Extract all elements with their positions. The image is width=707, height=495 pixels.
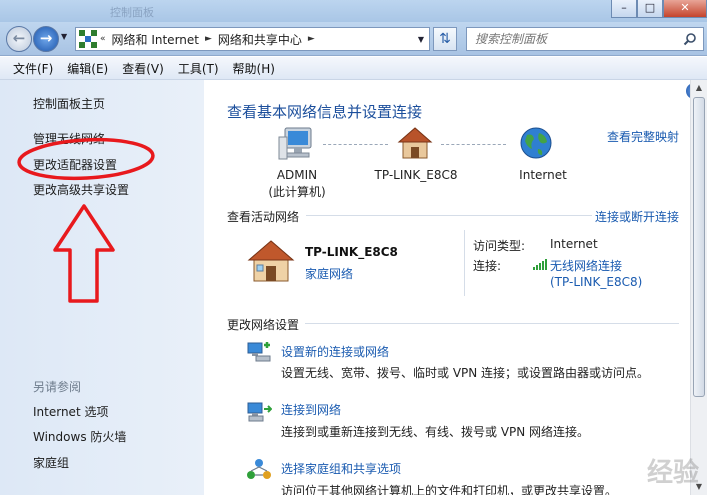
window-title: 控制面板 <box>110 6 154 19</box>
connect-network-icon <box>247 402 272 422</box>
map-connector <box>323 144 388 145</box>
sidebar-item-windows-firewall[interactable]: Windows 防火墙 <box>33 428 126 445</box>
forward-button[interactable]: → <box>33 26 59 52</box>
sidebar-item-homegroup[interactable]: 家庭组 <box>33 454 69 471</box>
minimize-button[interactable]: – <box>611 0 637 18</box>
change-settings-heading: 更改网络设置 <box>227 318 300 332</box>
menu-view[interactable]: 查看(V) <box>115 60 171 77</box>
internet-globe-icon[interactable] <box>518 125 554 161</box>
section-divider <box>305 323 679 324</box>
main-content: ? 查看基本网络信息并设置连接 查看完整映射 ADMIN (此计算机) TP-L… <box>204 80 707 495</box>
scroll-thumb[interactable] <box>693 97 705 397</box>
address-row: ← → ▼ « 网络和 Internet ► 网络和共享中心 ► ▼ ⇅ <box>0 22 707 56</box>
sidebar-item-manage-wireless[interactable]: 管理无线网络 <box>33 130 105 147</box>
task-homegroup-link[interactable]: 选择家庭组和共享选项 <box>281 460 401 477</box>
see-also-heading: 另请参阅 <box>33 380 82 394</box>
network-name: TP-LINK_E8C8 <box>305 245 398 259</box>
vertical-divider <box>464 230 465 296</box>
map-connector <box>441 144 506 145</box>
computer-name: ADMIN (此计算机) <box>257 167 337 201</box>
watermark: 经验 <box>646 458 699 488</box>
menu-tools[interactable]: 工具(T) <box>171 60 226 77</box>
access-type-value: Internet <box>550 237 598 251</box>
page-title: 查看基本网络信息并设置连接 <box>227 103 423 121</box>
window-controls: – □ ✕ <box>611 0 707 18</box>
sidebar-item-control-panel-home[interactable]: 控制面板主页 <box>33 95 105 112</box>
homegroup-icon <box>247 459 271 479</box>
breadcrumb-sharing-center[interactable]: 网络和共享中心 <box>215 31 305 48</box>
connection-label: 连接: <box>473 259 502 273</box>
home-network-large-icon <box>247 240 295 282</box>
access-type-label: 访问类型: <box>473 239 526 253</box>
task-connect-network-desc: 连接到或重新连接到无线、有线、拨号或 VPN 网络连接。 <box>281 425 590 439</box>
router-name-label: TP-LINK_E8C8 <box>374 168 458 182</box>
breadcrumb-chevron-icon[interactable]: ► <box>305 34 318 44</box>
internet-label: Internet <box>519 168 567 182</box>
sidebar-item-internet-options[interactable]: Internet 选项 <box>33 403 108 420</box>
computer-name-label: ADMIN <box>276 168 318 182</box>
new-connection-icon <box>247 342 271 362</box>
connect-disconnect-link[interactable]: 连接或断开连接 <box>595 208 679 225</box>
computer-icon[interactable] <box>277 125 317 163</box>
wireless-ssid-link[interactable]: (TP-LINK_E8C8) <box>550 275 642 289</box>
task-new-connection-desc: 设置无线、宽带、拨号、临时或 VPN 连接；或设置路由器或访问点。 <box>281 366 650 380</box>
search-input[interactable] <box>467 28 677 50</box>
menu-file[interactable]: 文件(F) <box>6 60 60 77</box>
address-bar[interactable]: « 网络和 Internet ► 网络和共享中心 ► ▼ <box>75 27 430 51</box>
network-type-link[interactable]: 家庭网络 <box>305 265 353 282</box>
network-center-icon <box>79 30 97 48</box>
task-new-connection-link[interactable]: 设置新的连接或网络 <box>281 343 389 360</box>
scroll-up-icon[interactable]: ▲ <box>691 80 707 96</box>
history-dropdown-icon[interactable]: ▼ <box>61 32 67 41</box>
maximize-button[interactable]: □ <box>637 0 663 18</box>
breadcrumb-overflow[interactable]: « <box>97 34 109 44</box>
sidebar-item-change-adapter[interactable]: 更改适配器设置 <box>33 156 117 173</box>
search-icon[interactable] <box>683 32 697 46</box>
sidebar: 控制面板主页 管理无线网络 更改适配器设置 更改高级共享设置 另请参阅 Inte… <box>0 80 204 495</box>
sidebar-item-advanced-sharing[interactable]: 更改高级共享设置 <box>33 181 129 198</box>
wifi-signal-icon <box>533 259 547 270</box>
search-box[interactable] <box>466 27 704 51</box>
task-homegroup-desc: 访问位于其他网络计算机上的文件和打印机，或更改共享设置。 <box>281 484 618 495</box>
scrollbar[interactable]: ▲ ▼ <box>690 80 707 495</box>
wireless-connection-link[interactable]: 无线网络连接 <box>550 257 622 274</box>
menu-edit[interactable]: 编辑(E) <box>60 60 115 77</box>
computer-sub-label: (此计算机) <box>268 185 326 199</box>
back-button[interactable]: ← <box>6 26 32 52</box>
menu-help[interactable]: 帮助(H) <box>226 60 282 77</box>
active-networks-heading: 查看活动网络 <box>227 210 300 224</box>
view-full-map-link[interactable]: 查看完整映射 <box>607 128 679 145</box>
breadcrumb-network-internet[interactable]: 网络和 Internet <box>109 31 202 48</box>
address-dropdown-icon[interactable]: ▼ <box>413 35 429 44</box>
close-button[interactable]: ✕ <box>663 0 707 18</box>
menu-bar: 文件(F) 编辑(E) 查看(V) 工具(T) 帮助(H) <box>0 57 707 80</box>
section-divider <box>306 215 592 216</box>
home-network-icon[interactable] <box>397 126 433 160</box>
task-connect-network-link[interactable]: 连接到网络 <box>281 401 341 418</box>
title-bar: 控制面板 – □ ✕ <box>0 0 707 22</box>
refresh-button[interactable]: ⇅ <box>433 27 457 51</box>
breadcrumb-chevron-icon[interactable]: ► <box>202 34 215 44</box>
